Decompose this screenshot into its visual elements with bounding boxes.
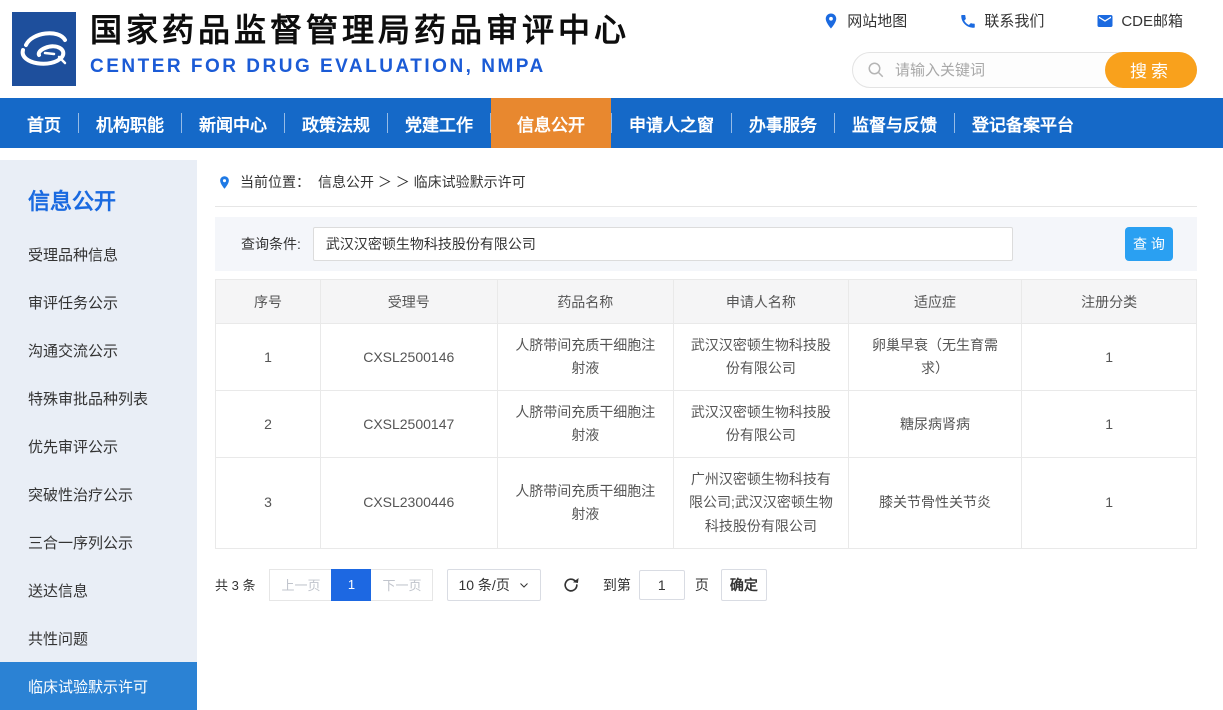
site-title: 国家药品监督管理局药品审评中心 — [90, 10, 630, 52]
map-pin-icon — [822, 12, 840, 30]
goto-page-suffix: 页 — [695, 575, 709, 595]
cell-indication: 糖尿病肾病 — [848, 391, 1022, 458]
nav-item-home[interactable]: 首页 — [10, 98, 78, 148]
cell-acceptance-no: CXSL2300446 — [320, 458, 497, 548]
contact-link[interactable]: 联系我们 — [959, 10, 1044, 31]
sidebar-item-accepted-varieties[interactable]: 受理品种信息 — [0, 230, 197, 278]
sitemap-link[interactable]: 网站地图 — [822, 10, 907, 31]
main-nav: 首页 机构职能 新闻中心 政策法规 党建工作 信息公开 申请人之窗 办事服务 监… — [0, 98, 1223, 148]
table-row: 1 CXSL2500146 人脐带间充质干细胞注射液 武汉汉密顿生物科技股份有限… — [216, 324, 1197, 391]
page: 国家药品监督管理局药品审评中心 CENTER FOR DRUG EVALUATI… — [0, 0, 1223, 710]
cell-drug-name: 人脐带间充质干细胞注射液 — [497, 324, 674, 391]
cell-acceptance-no: CXSL2500146 — [320, 324, 497, 391]
cell-applicant: 武汉汉密顿生物科技股份有限公司 — [674, 391, 849, 458]
nav-item-registration-platform[interactable]: 登记备案平台 — [955, 98, 1091, 148]
cell-index: 3 — [216, 458, 321, 548]
query-section: 查询条件: 查 询 — [215, 217, 1197, 271]
mailbox-link[interactable]: CDE邮箱 — [1096, 10, 1183, 31]
table-row: 3 CXSL2300446 人脐带间充质干细胞注射液 广州汉密顿生物科技有限公司… — [216, 458, 1197, 548]
sidebar: 信息公开 受理品种信息 审评任务公示 沟通交流公示 特殊审批品种列表 优先审评公… — [0, 160, 197, 710]
quick-links: 网站地图 联系我们 CDE邮箱 — [822, 10, 1183, 31]
sidebar-item-clinical-trial-implied-license[interactable]: 临床试验默示许可 — [0, 662, 197, 710]
page-size-select[interactable]: 10 条/页 — [447, 569, 540, 601]
table-row: 2 CXSL2500147 人脐带间充质干细胞注射液 武汉汉密顿生物科技股份有限… — [216, 391, 1197, 458]
goto-page-label: 到第 — [603, 575, 631, 595]
sidebar-item-communication[interactable]: 沟通交流公示 — [0, 326, 197, 374]
content: 信息公开 受理品种信息 审评任务公示 沟通交流公示 特殊审批品种列表 优先审评公… — [0, 148, 1223, 710]
chevron-down-icon — [518, 579, 530, 591]
nav-item-applicant-window[interactable]: 申请人之窗 — [612, 98, 731, 148]
breadcrumb-path: 信息公开 ＞ ＞ 临床试验默示许可 — [318, 172, 526, 192]
sidebar-item-breakthrough-therapy[interactable]: 突破性治疗公示 — [0, 470, 197, 518]
sidebar-item-three-in-one[interactable]: 三合一序列公示 — [0, 518, 197, 566]
nav-item-news[interactable]: 新闻中心 — [182, 98, 284, 148]
mail-icon — [1096, 12, 1114, 30]
cell-applicant: 武汉汉密顿生物科技股份有限公司 — [674, 324, 849, 391]
cell-registration-class: 1 — [1022, 391, 1197, 458]
cell-drug-name: 人脐带间充质干细胞注射液 — [497, 391, 674, 458]
site-subtitle: CENTER FOR DRUG EVALUATION, NMPA — [90, 56, 630, 78]
goto-page-input[interactable] — [639, 570, 685, 600]
cell-index: 1 — [216, 324, 321, 391]
cell-applicant: 广州汉密顿生物科技有限公司;武汉汉密顿生物科技股份有限公司 — [674, 458, 849, 548]
search-button[interactable]: 搜索 — [1105, 52, 1197, 88]
col-header-index: 序号 — [216, 280, 321, 324]
cde-logo — [12, 12, 76, 86]
results-table: 序号 受理号 药品名称 申请人名称 适应症 注册分类 1 CXSL2500146… — [215, 279, 1197, 549]
title-block: 国家药品监督管理局药品审评中心 CENTER FOR DRUG EVALUATI… — [90, 10, 630, 78]
col-header-registration-class: 注册分类 — [1022, 280, 1197, 324]
nav-item-party-building[interactable]: 党建工作 — [388, 98, 490, 148]
search-icon — [867, 61, 885, 79]
col-header-drug-name: 药品名称 — [497, 280, 674, 324]
pagination-total: 共 3 条 — [215, 575, 255, 594]
sidebar-title: 信息公开 — [0, 184, 197, 216]
confirm-button[interactable]: 确定 — [721, 569, 767, 601]
table-header-row: 序号 受理号 药品名称 申请人名称 适应症 注册分类 — [216, 280, 1197, 324]
nav-item-policies[interactable]: 政策法规 — [285, 98, 387, 148]
prev-page-button[interactable]: 上一页 — [269, 569, 331, 601]
nav-item-org-functions[interactable]: 机构职能 — [79, 98, 181, 148]
query-button[interactable]: 查 询 — [1125, 227, 1173, 261]
cell-drug-name: 人脐带间充质干细胞注射液 — [497, 458, 674, 548]
refresh-icon[interactable] — [561, 575, 581, 595]
site-header: 国家药品监督管理局药品审评中心 CENTER FOR DRUG EVALUATI… — [0, 0, 1223, 98]
next-page-button[interactable]: 下一页 — [371, 569, 433, 601]
mailbox-label: CDE邮箱 — [1121, 10, 1183, 31]
sidebar-item-review-tasks[interactable]: 审评任务公示 — [0, 278, 197, 326]
header-search-bar: 搜索 — [852, 52, 1197, 88]
cell-acceptance-no: CXSL2500147 — [320, 391, 497, 458]
keyword-search-input[interactable] — [885, 62, 1105, 79]
query-label: 查询条件: — [241, 234, 301, 254]
cell-registration-class: 1 — [1022, 324, 1197, 391]
pagination: 共 3 条 上一页 1 下一页 10 条/页 到第 页 确定 — [215, 569, 1197, 601]
sidebar-item-common-issues[interactable]: 共性问题 — [0, 614, 197, 662]
col-header-applicant: 申请人名称 — [674, 280, 849, 324]
query-input[interactable] — [313, 227, 1013, 261]
sitemap-label: 网站地图 — [847, 10, 907, 31]
phone-icon — [959, 12, 977, 30]
breadcrumb-label: 当前位置： — [240, 172, 310, 192]
page-number-1[interactable]: 1 — [331, 569, 371, 601]
cell-indication: 卵巢早衰（无生育需求） — [848, 324, 1022, 391]
cell-indication: 膝关节骨性关节炎 — [848, 458, 1022, 548]
nav-item-supervision-feedback[interactable]: 监督与反馈 — [835, 98, 954, 148]
sidebar-item-special-approval-list[interactable]: 特殊审批品种列表 — [0, 374, 197, 422]
contact-label: 联系我们 — [984, 10, 1044, 31]
col-header-indication: 适应症 — [848, 280, 1022, 324]
nav-item-info-disclosure[interactable]: 信息公开 — [491, 98, 611, 148]
main-panel: 当前位置： 信息公开 ＞ ＞ 临床试验默示许可 查询条件: 查 询 序号 受理号 … — [215, 160, 1197, 710]
page-size-value: 10 条/页 — [458, 575, 509, 595]
sidebar-item-delivery-info[interactable]: 送达信息 — [0, 566, 197, 614]
cde-logo-icon — [12, 12, 76, 86]
nav-item-services[interactable]: 办事服务 — [732, 98, 834, 148]
col-header-acceptance-no: 受理号 — [320, 280, 497, 324]
cell-index: 2 — [216, 391, 321, 458]
cell-registration-class: 1 — [1022, 458, 1197, 548]
breadcrumb: 当前位置： 信息公开 ＞ ＞ 临床试验默示许可 — [215, 160, 1197, 207]
sidebar-item-priority-review[interactable]: 优先审评公示 — [0, 422, 197, 470]
location-pin-icon — [217, 175, 232, 190]
